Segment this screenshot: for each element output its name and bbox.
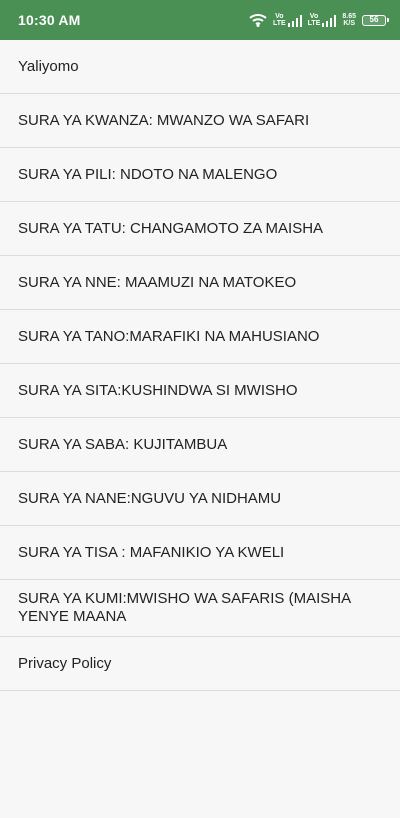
list-item-label: SURA YA NNE: MAAMUZI NA MATOKEO	[18, 273, 297, 291]
list-item-chapter-10[interactable]: SURA YA KUMI:MWISHO WA SAFARIS (MAISHA Y…	[0, 580, 400, 637]
list-item-chapter-2[interactable]: SURA YA PILI: NDOTO NA MALENGO	[0, 148, 400, 202]
list-item-chapter-3[interactable]: SURA YA TATU: CHANGAMOTO ZA MAISHA	[0, 202, 400, 256]
list-item-label: SURA YA SITA:KUSHINDWA SI MWISHO	[18, 381, 298, 399]
network-1-indicator: Vo LTE	[273, 13, 302, 27]
list-item-label: SURA YA KWANZA: MWANZO WA SAFARI	[18, 111, 310, 129]
network-1-label: Vo LTE	[272, 13, 286, 27]
list-item-privacy-policy[interactable]: Privacy Policy	[0, 637, 400, 691]
list-item-label: SURA YA TISA : MAFANIKIO YA KWELI	[18, 543, 285, 561]
network-2-label: Vo LTE	[307, 13, 321, 27]
list-item-chapter-4[interactable]: SURA YA NNE: MAAMUZI NA MATOKEO	[0, 256, 400, 310]
list-item-label: SURA YA KUMI:MWISHO WA SAFARIS (MAISHA Y…	[18, 590, 351, 625]
list-item-label: SURA YA TATU: CHANGAMOTO ZA MAISHA	[18, 219, 324, 237]
network-2-indicator: Vo LTE	[308, 13, 337, 27]
list-item-label: SURA YA TANO:MARAFIKI NA MAHUSIANO	[18, 327, 320, 345]
battery-level: 56	[369, 14, 379, 24]
list-item-chapter-5[interactable]: SURA YA TANO:MARAFIKI NA MAHUSIANO	[0, 310, 400, 364]
network-speed: 8.65 K/S	[342, 13, 356, 27]
signal-1-icon	[287, 15, 302, 27]
list-item-label: SURA YA PILI: NDOTO NA MALENGO	[18, 165, 278, 183]
list-item-label: SURA YA SABA: KUJITAMBUA	[18, 435, 228, 453]
list-item-yaliyomo[interactable]: Yaliyomo	[0, 40, 400, 94]
status-time: 10:30 AM	[18, 12, 81, 28]
list-item-label: Yaliyomo	[18, 57, 79, 75]
chapter-list: Yaliyomo SURA YA KWANZA: MWANZO WA SAFAR…	[0, 40, 400, 691]
list-item-label: Privacy Policy	[18, 654, 112, 672]
list-item-chapter-1[interactable]: SURA YA KWANZA: MWANZO WA SAFARI	[0, 94, 400, 148]
battery-icon: 56	[362, 14, 389, 26]
list-item-chapter-7[interactable]: SURA YA SABA: KUJITAMBUA	[0, 418, 400, 472]
list-item-label: SURA YA NANE:NGUVU YA NIDHAMU	[18, 489, 282, 507]
status-bar: 10:30 AM Vo LTE Vo LTE 8.65 K/S 56	[0, 0, 400, 40]
status-icons: Vo LTE Vo LTE 8.65 K/S 56	[249, 13, 389, 27]
wifi-icon	[249, 13, 267, 27]
list-item-chapter-8[interactable]: SURA YA NANE:NGUVU YA NIDHAMU	[0, 472, 400, 526]
list-item-chapter-6[interactable]: SURA YA SITA:KUSHINDWA SI MWISHO	[0, 364, 400, 418]
list-item-chapter-9[interactable]: SURA YA TISA : MAFANIKIO YA KWELI	[0, 526, 400, 580]
signal-2-icon	[322, 15, 337, 27]
